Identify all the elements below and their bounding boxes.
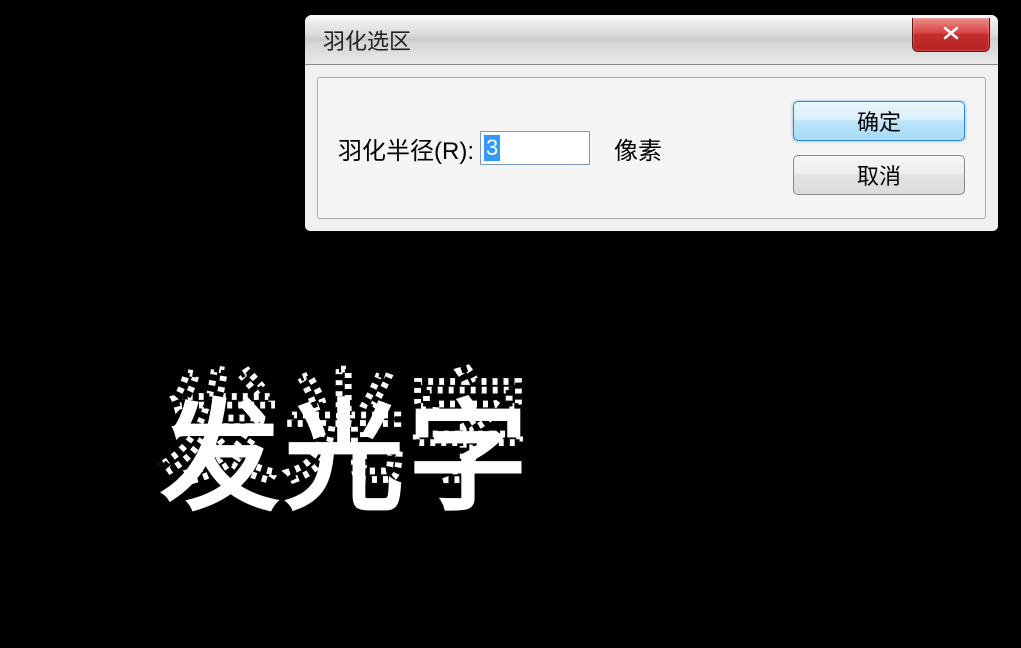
dialog-title: 羽化选区: [323, 24, 411, 56]
close-icon: [942, 23, 960, 46]
dialog-body: 羽化半径(R): 3 像素 确定 取消: [317, 77, 986, 219]
dialog-buttons: 确定 取消: [793, 101, 965, 195]
input-row: 羽化半径(R): 3 像素: [338, 131, 763, 166]
cancel-button-label: 取消: [857, 159, 901, 191]
cancel-button[interactable]: 取消: [793, 155, 965, 195]
ok-button-label: 确定: [857, 105, 901, 137]
dialog-titlebar[interactable]: 羽化选区: [305, 15, 998, 65]
unit-label: 像素: [614, 131, 662, 166]
ok-button[interactable]: 确定: [793, 101, 965, 141]
canvas-text-layer: 发光字 发光字 发光字: [160, 360, 532, 534]
feather-radius-input[interactable]: 3: [480, 131, 590, 165]
canvas-text: 发光字: [160, 360, 532, 534]
close-button[interactable]: [912, 18, 990, 52]
feather-selection-dialog: 羽化选区 羽化半径(R): 3 像素 确定 取消: [304, 14, 999, 232]
radius-label: 羽化半径(R):: [338, 131, 474, 166]
radius-value-selected: 3: [484, 135, 500, 161]
